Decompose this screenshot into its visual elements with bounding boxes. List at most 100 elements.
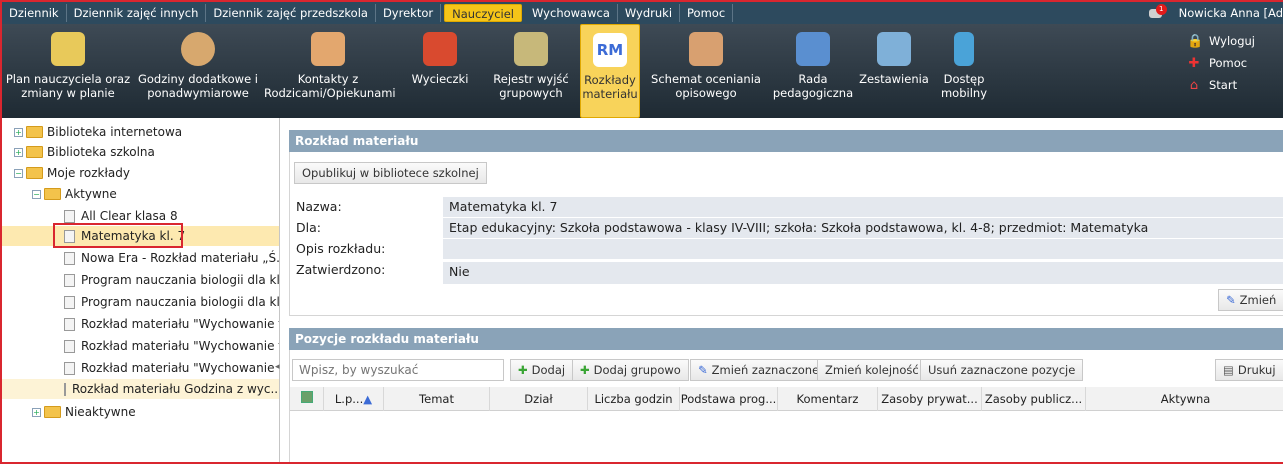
document-icon <box>64 295 75 309</box>
folder-icon <box>26 126 43 138</box>
publish-button[interactable]: Opublikuj w bibliotece szkolnej <box>294 162 487 184</box>
field-value-approved: Nie <box>443 262 1283 284</box>
toolbar-plan-nauczyciela[interactable]: Plan nauczyciela oraz zmiany w planie <box>4 24 132 118</box>
collapse-panel-arrow-icon[interactable]: ◂ <box>275 362 280 372</box>
select-all-checkbox-icon[interactable] <box>290 387 324 411</box>
menu-dziennik[interactable]: Dziennik <box>2 4 67 22</box>
toolbar-label: Schemat oceniania opisowego <box>651 72 761 100</box>
tree-item-label: All Clear klasa 8 <box>81 209 178 223</box>
logout-link[interactable]: 🔒 Wyloguj <box>1187 32 1277 50</box>
delete-selected-button[interactable]: Usuń zaznaczone pozycje <box>920 359 1084 381</box>
column-header-zasoby-prywatne[interactable]: Zasoby prywat... <box>878 387 982 411</box>
tree-item[interactable]: Nowa Era - Rozkład materiału „Ś... <box>64 248 280 268</box>
tree-item[interactable]: Rozkład materiału "Wychowanie fi... <box>64 336 280 356</box>
document-icon <box>64 339 75 353</box>
collapse-icon[interactable]: − <box>14 168 23 178</box>
toolbar-label: Wycieczki <box>411 72 469 86</box>
document-icon <box>64 251 75 265</box>
tree-item[interactable]: Rozkład materiału "Wychowanie fi... <box>64 314 279 334</box>
menu-dyrektor[interactable]: Dyrektor <box>376 4 442 22</box>
menu-nauczyciel[interactable]: Nauczyciel <box>444 4 523 22</box>
toolbar-rada-pedagogiczna[interactable]: Rada pedagogiczna <box>770 24 856 118</box>
document-icon <box>64 209 75 223</box>
tree-item-label: Rozkład materiału Godzina z wyc... <box>72 382 280 396</box>
toolbar-rozklady-materialu[interactable]: RM Rozkłady materiału <box>580 24 640 118</box>
tree-node-nieaktywne[interactable]: + Nieaktywne <box>32 402 136 422</box>
toolbar-wycieczki[interactable]: Wycieczki <box>400 24 480 118</box>
edit-button[interactable]: ✎ Zmień <box>1218 289 1283 311</box>
tree-item[interactable]: Program nauczania biologii dla kla... <box>64 270 280 290</box>
menu-dziennik-zajec-przedszkola[interactable]: Dziennik zajęć przedszkola <box>206 4 376 22</box>
pedagogical-council-icon <box>796 32 830 66</box>
column-header-podstawa[interactable]: Podstawa prog... <box>680 387 778 411</box>
expand-icon[interactable]: + <box>14 147 23 157</box>
tree-node-biblioteka-internetowa[interactable]: + Biblioteka internetowa <box>14 122 182 142</box>
column-header-zasoby-publiczne[interactable]: Zasoby publicz... <box>982 387 1086 411</box>
column-header-temat[interactable]: Temat <box>384 387 490 411</box>
expand-icon[interactable]: + <box>32 407 41 417</box>
lock-icon: 🔒 <box>1187 33 1204 49</box>
app-frame: Dziennik Dziennik zajęć innych Dziennik … <box>0 0 1283 464</box>
menu-wychowawca[interactable]: Wychowawca <box>525 4 618 22</box>
tree-node-aktywne[interactable]: − Aktywne <box>32 184 117 204</box>
tree-item-label: Program nauczania biologii dla kla... <box>81 273 280 287</box>
help-link[interactable]: ✚ Pomoc <box>1187 54 1277 72</box>
tree-item[interactable]: Program nauczania biologii dla kla... <box>64 292 280 312</box>
user-name[interactable]: Nowicka Anna [Ad <box>1179 6 1283 20</box>
column-header-liczba-godzin[interactable]: Liczba godzin <box>588 387 680 411</box>
toolbar-label: Rozkłady materiału <box>582 73 638 101</box>
pencil-icon: ✎ <box>1226 293 1236 307</box>
expand-icon[interactable]: + <box>14 127 23 137</box>
menu-wydruki[interactable]: Wydruki <box>618 4 681 22</box>
tree-node-biblioteka-szkolna[interactable]: + Biblioteka szkolna <box>14 142 155 162</box>
top-menu: Dziennik Dziennik zajęć innych Dziennik … <box>2 2 1283 24</box>
toolbar-kontakty[interactable]: Kontakty z Rodzicami/Opiekunami <box>264 24 396 118</box>
menu-pomoc[interactable]: Pomoc <box>680 4 734 22</box>
add-button[interactable]: ✚ Dodaj <box>510 359 574 381</box>
column-header-dzial[interactable]: Dział <box>490 387 588 411</box>
document-icon <box>64 361 75 375</box>
grid-header: L.p...▲ Temat Dział Liczba godzin Podsta… <box>290 387 1283 411</box>
toolbar-label: Plan nauczyciela oraz zmiany w planie <box>5 72 131 100</box>
help-label: Pomoc <box>1209 56 1248 70</box>
home-icon: ⌂ <box>1189 77 1199 93</box>
panel-title: Pozycje rozkładu materiału <box>289 328 1283 350</box>
plus-icon: ✚ <box>580 363 590 377</box>
reorder-button[interactable]: Zmień kolejność <box>817 359 927 381</box>
column-header-komentarz[interactable]: Komentarz <box>778 387 878 411</box>
toolbar-schemat-oceniania[interactable]: Schemat oceniania opisowego <box>646 24 766 118</box>
document-icon <box>64 273 75 287</box>
field-value-for: Etap edukacyjny: Szkoła podstawowa - kla… <box>443 218 1283 238</box>
start-link[interactable]: ⌂ Start <box>1187 76 1277 94</box>
print-button[interactable]: ▤ Drukuj <box>1215 359 1283 381</box>
tree-item-label: Program nauczania biologii dla kla... <box>81 295 280 309</box>
edit-selected-button[interactable]: ✎ Zmień zaznaczone <box>690 359 828 381</box>
toolbar-rejestr-wyjsc[interactable]: Rejestr wyjść grupowych <box>490 24 572 118</box>
plus-icon: ✚ <box>518 363 528 377</box>
user-area: 1 Nowicka Anna [Ad <box>1148 2 1283 24</box>
field-value-description <box>443 239 1283 259</box>
tree-node-moje-rozklady[interactable]: − Moje rozkłady <box>14 163 130 183</box>
menu-dziennik-zajec-innych[interactable]: Dziennik zajęć innych <box>67 4 207 22</box>
column-header-lp[interactable]: L.p...▲ <box>324 387 384 411</box>
toolbar-dostep-mobilny[interactable]: Dostęp mobilny <box>936 24 992 118</box>
messages-icon[interactable]: 1 <box>1148 4 1167 19</box>
tree-item[interactable]: Rozkład materiału "Wychowanie fi... <box>64 358 279 378</box>
tree-item-label: Nowa Era - Rozkład materiału „Ś... <box>81 251 280 265</box>
collapse-icon[interactable]: − <box>32 189 41 199</box>
logout-label: Wyloguj <box>1209 34 1255 48</box>
tree-label: Aktywne <box>65 187 117 201</box>
syllabus-tree: + Biblioteka internetowa + Biblioteka szko… <box>2 118 280 462</box>
folder-open-icon <box>26 167 43 179</box>
document-icon <box>64 382 66 396</box>
add-group-button[interactable]: ✚ Dodaj grupowo <box>572 359 689 381</box>
toolbar-godziny-dodatkowe[interactable]: Godziny dodatkowe i ponadwymiarowe <box>134 24 262 118</box>
column-header-aktywna[interactable]: Aktywna <box>1086 387 1283 411</box>
search-input[interactable] <box>292 359 504 381</box>
tree-item-label: Rozkład materiału "Wychowanie fi... <box>81 339 280 353</box>
field-value-name: Matematyka kl. 7 <box>443 197 1283 217</box>
tree-label: Biblioteka szkolna <box>47 145 155 159</box>
toolbar-zestawienia[interactable]: Zestawienia <box>856 24 932 118</box>
tree-item[interactable]: Rozkład materiału Godzina z wyc... <box>2 379 279 399</box>
print-label: Drukuj <box>1237 363 1276 377</box>
